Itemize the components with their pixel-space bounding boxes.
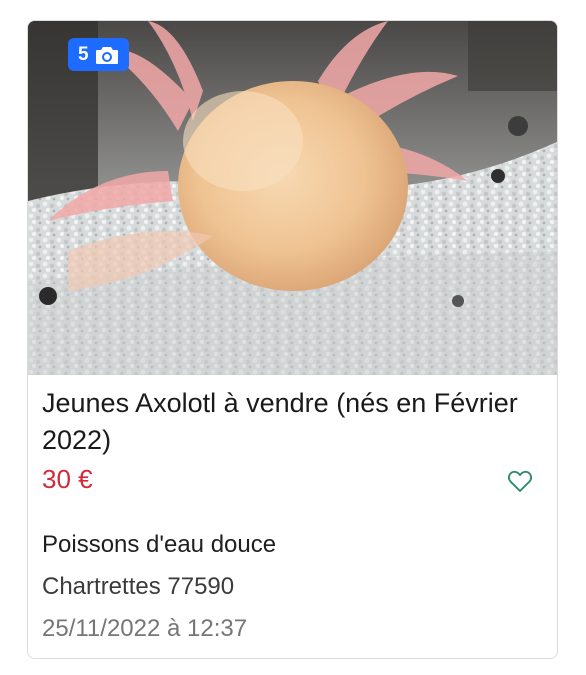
listing-price: 30 €	[42, 464, 93, 494]
photo-count-label: 5	[78, 43, 89, 65]
listing-category: Poissons d'eau douce	[42, 531, 277, 558]
listing-title[interactable]: Jeunes Axolotl à vendre (nés en Février …	[42, 385, 532, 459]
photo-count-badge: 5	[68, 38, 129, 71]
heart-outline-icon[interactable]	[506, 467, 534, 495]
listing-location: Chartrettes 77590	[42, 573, 235, 600]
listing-date: 25/11/2022 à 12:37	[42, 615, 248, 642]
axolotl-photo-image	[28, 21, 557, 375]
camera-icon	[95, 45, 119, 65]
listing-photo[interactable]: 5	[28, 21, 557, 375]
listing-card[interactable]: 5 Jeunes Axolotl à vendre (nés en Févrie…	[27, 20, 558, 659]
